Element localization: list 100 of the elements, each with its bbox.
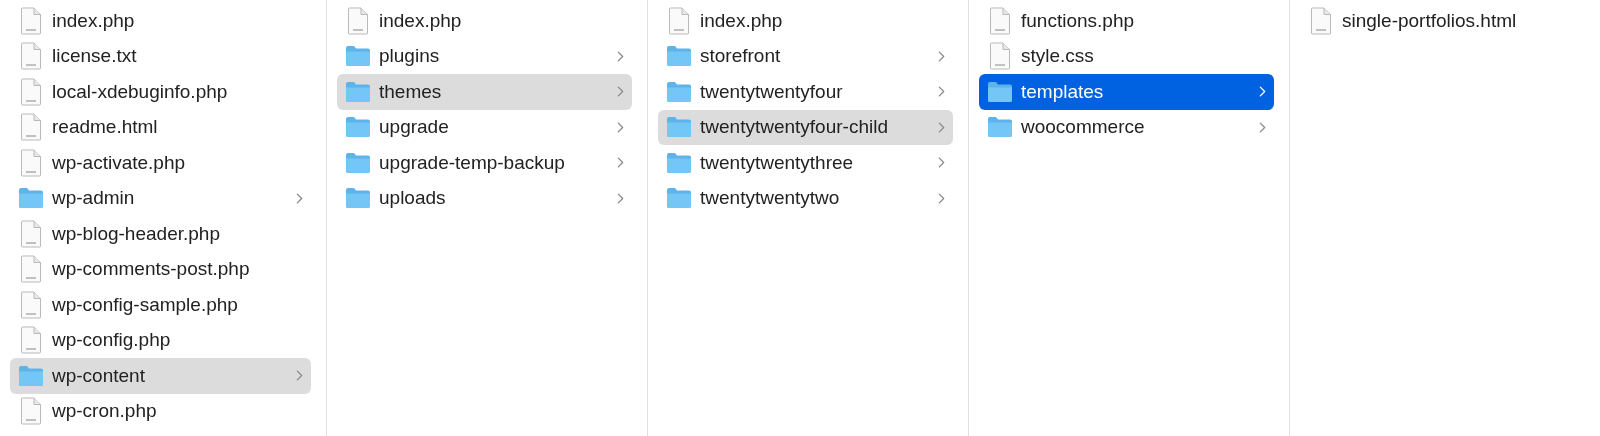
file-list-item[interactable]: style.css <box>979 38 1274 74</box>
file-name: uploads <box>379 187 447 210</box>
document-icon <box>18 397 44 426</box>
document-icon <box>18 148 44 177</box>
document-icon <box>18 290 44 319</box>
file-list-item[interactable]: uploads <box>337 180 632 216</box>
file-list-item[interactable]: wp-config-sample.php <box>10 287 311 323</box>
file-name: index.php <box>52 9 136 32</box>
file-list-item[interactable]: templates <box>979 74 1274 110</box>
chevron-icon <box>617 50 624 62</box>
file-name: twentytwentyfour-child <box>700 116 889 139</box>
file-name: wp-cron.php <box>52 400 158 423</box>
file-name: style.css <box>1021 45 1095 68</box>
file-name: upgrade-temp-backup <box>379 151 566 174</box>
file-name: wp-admin <box>52 187 136 210</box>
file-name: local-xdebuginfo.php <box>52 80 229 103</box>
chevron-icon <box>938 157 945 169</box>
file-name: wp-config.php <box>52 329 172 352</box>
folder-icon <box>666 80 692 103</box>
file-list-item[interactable]: upgrade <box>337 109 632 145</box>
document-icon <box>987 42 1013 71</box>
file-list-item[interactable]: wp-cron.php <box>10 393 311 429</box>
document-icon <box>987 6 1013 35</box>
folder-icon <box>666 151 692 174</box>
file-name: functions.php <box>1021 9 1136 32</box>
folder-icon <box>987 80 1013 103</box>
document-icon <box>345 6 371 35</box>
file-list-item[interactable]: license.txt <box>10 38 311 74</box>
file-list-item[interactable]: twentytwentyfour <box>658 74 953 110</box>
file-list-item[interactable]: twentytwentyfour-child <box>658 109 953 145</box>
folder-icon <box>345 45 371 68</box>
file-name: index.php <box>700 9 784 32</box>
document-icon <box>18 219 44 248</box>
file-name: storefront <box>700 45 782 68</box>
folder-icon <box>18 364 44 387</box>
chevron-icon <box>617 192 624 204</box>
chevron-icon <box>938 121 945 133</box>
document-icon <box>18 113 44 142</box>
chevron-icon <box>1259 121 1266 133</box>
folder-icon <box>666 116 692 139</box>
document-icon <box>1308 6 1334 35</box>
folder-icon <box>345 151 371 174</box>
chevron-icon <box>296 192 303 204</box>
file-name: upgrade <box>379 116 450 139</box>
chevron-icon <box>617 157 624 169</box>
file-list-item[interactable]: index.php <box>337 3 632 39</box>
chevron-icon <box>938 50 945 62</box>
file-name: twentytwentyfour <box>700 80 844 103</box>
file-list-item[interactable]: functions.php <box>979 3 1274 39</box>
file-list-item[interactable]: wp-admin <box>10 180 311 216</box>
file-list-item[interactable]: wp-content <box>10 358 311 394</box>
chevron-icon <box>617 86 624 98</box>
file-list-item[interactable]: wp-comments-post.php <box>10 251 311 287</box>
file-list-item[interactable]: readme.html <box>10 109 311 145</box>
document-icon <box>18 42 44 71</box>
file-name: wp-blog-header.php <box>52 222 221 245</box>
document-icon <box>18 77 44 106</box>
document-icon <box>18 255 44 284</box>
file-list-item[interactable]: index.php <box>658 3 953 39</box>
document-icon <box>666 6 692 35</box>
document-icon <box>18 326 44 355</box>
chevron-icon <box>938 86 945 98</box>
folder-icon <box>345 116 371 139</box>
chevron-icon <box>938 192 945 204</box>
file-name: themes <box>379 80 443 103</box>
folder-icon <box>345 80 371 103</box>
file-list-item[interactable]: woocommerce <box>979 109 1274 145</box>
chevron-icon <box>1259 86 1266 98</box>
file-list-item[interactable]: wp-config.php <box>10 322 311 358</box>
file-name: wp-comments-post.php <box>52 258 251 281</box>
chevron-icon <box>617 121 624 133</box>
file-list-item[interactable]: index.php <box>10 3 311 39</box>
file-name: index.php <box>379 9 463 32</box>
file-name: single-portfolios.html <box>1342 9 1518 32</box>
file-list-item[interactable]: plugins <box>337 38 632 74</box>
file-list-item[interactable]: storefront <box>658 38 953 74</box>
file-name: plugins <box>379 45 441 68</box>
file-list-item[interactable]: local-xdebuginfo.php <box>10 74 311 110</box>
document-icon <box>18 6 44 35</box>
file-name: license.txt <box>52 45 138 68</box>
file-list-item[interactable]: wp-blog-header.php <box>10 216 311 252</box>
file-list-item[interactable]: upgrade-temp-backup <box>337 145 632 181</box>
file-name: wp-config-sample.php <box>52 293 239 316</box>
file-name: templates <box>1021 80 1105 103</box>
folder-icon <box>666 187 692 210</box>
folder-icon <box>987 116 1013 139</box>
file-name: twentytwentytwo <box>700 187 841 210</box>
file-list-item[interactable]: wp-activate.php <box>10 145 311 181</box>
folder-icon <box>666 45 692 68</box>
file-list-item[interactable]: twentytwentythree <box>658 145 953 181</box>
folder-icon <box>18 187 44 210</box>
file-list-item[interactable]: single-portfolios.html <box>1300 3 1585 39</box>
file-name: wp-activate.php <box>52 151 187 174</box>
chevron-icon <box>296 370 303 382</box>
file-name: twentytwentythree <box>700 151 855 174</box>
folder-icon <box>345 187 371 210</box>
file-name: woocommerce <box>1021 116 1146 139</box>
file-list-item[interactable]: twentytwentytwo <box>658 180 953 216</box>
file-name: wp-content <box>52 364 146 387</box>
file-list-item[interactable]: themes <box>337 74 632 110</box>
